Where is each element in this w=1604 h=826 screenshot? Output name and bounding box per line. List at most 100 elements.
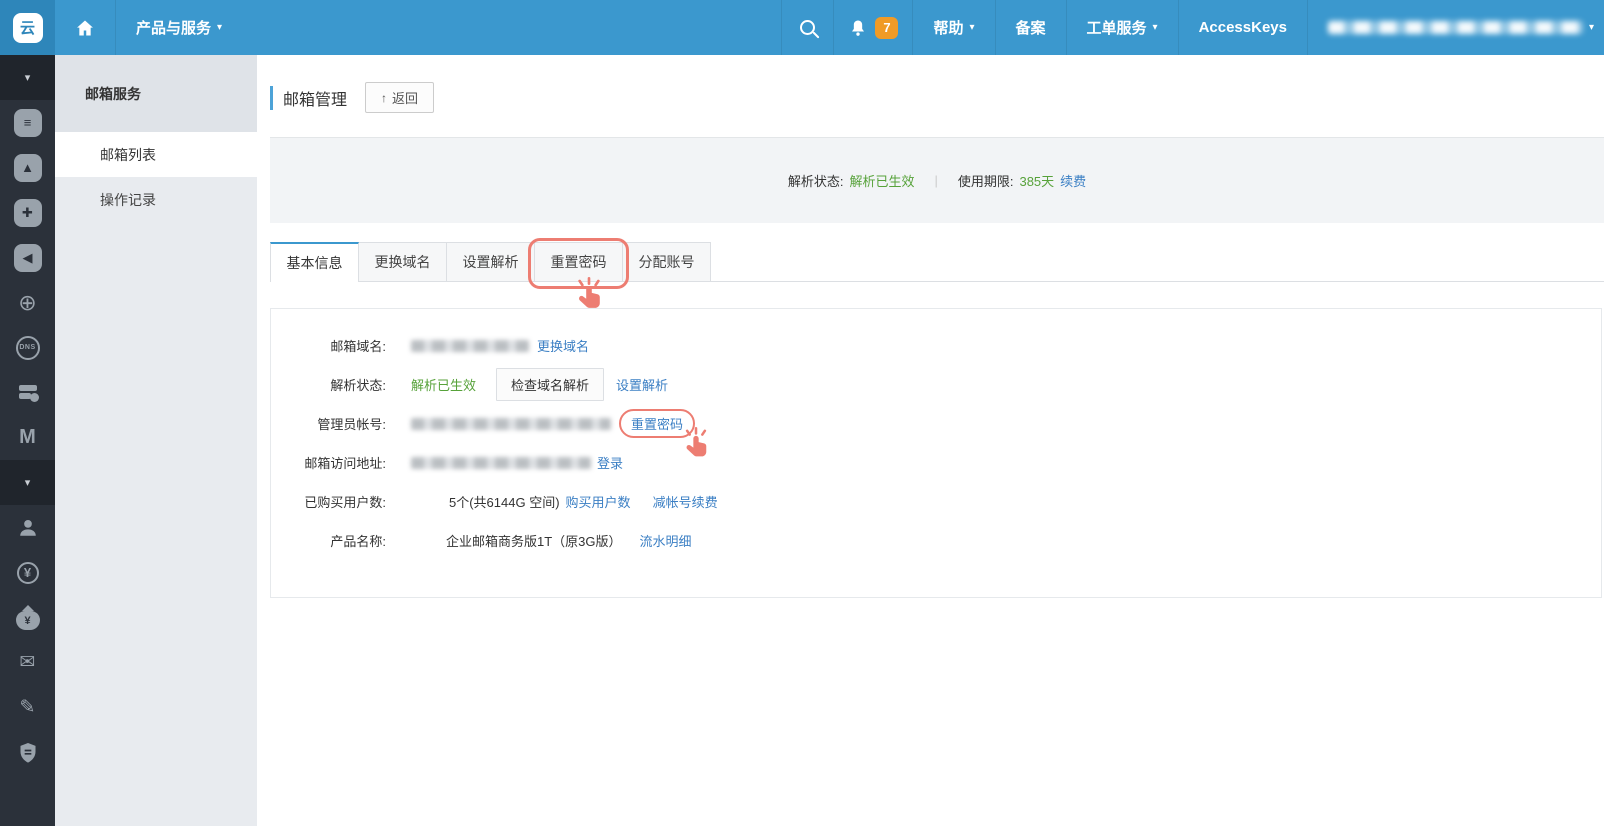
billing-detail-link[interactable]: 流水明细: [640, 531, 692, 550]
rail-item-console[interactable]: ≡: [0, 100, 55, 145]
nav-accesskeys-label: AccessKeys: [1198, 19, 1287, 36]
globe-icon: ⊕: [18, 289, 37, 315]
tab-label: 基本信息: [286, 255, 343, 271]
row-resolution-status: 解析状态: 解析已生效 检查域名解析 设置解析: [271, 365, 1601, 404]
bell-icon: [848, 18, 868, 38]
money-bag-icon: ¥: [15, 605, 40, 630]
row-admin-account: 管理员帐号: 重置密码: [271, 404, 1601, 457]
row-mail-domain: 邮箱域名: 更换域名: [271, 326, 1601, 365]
set-resolution-link[interactable]: 设置解析: [616, 375, 668, 394]
buy-users-link[interactable]: 购买用户数: [566, 492, 631, 511]
change-domain-link[interactable]: 更换域名: [537, 336, 589, 355]
envelope-icon: ✉: [19, 652, 36, 673]
rail-item-mail[interactable]: ✉: [0, 640, 55, 685]
row-product-name: 产品名称: 企业邮箱商务版1T（原3G版） 流水明细: [271, 521, 1601, 560]
rail-collapse-bottom[interactable]: ▾: [0, 460, 55, 505]
nav-ticket-label: 工单服务: [1086, 20, 1147, 37]
mail-domain-label: 邮箱域名:: [330, 339, 386, 354]
usage-period-label: 使用期限:: [957, 174, 1014, 189]
annotation-highlight-oval: 重置密码: [619, 409, 707, 457]
notifications-button[interactable]: 7: [833, 0, 912, 55]
rail-item-app-service[interactable]: ▲: [0, 145, 55, 190]
account-menu[interactable]: ▾: [1306, 0, 1604, 55]
console-logo[interactable]: 云: [0, 0, 55, 55]
search-icon: [800, 20, 816, 35]
topbar: 云 产品与服务 ▾ 7 帮助 ▾ 备案 工单服务 ▾ AccessKeys ▾: [0, 0, 1604, 55]
tab-change-domain[interactable]: 更换域名: [358, 242, 447, 282]
nav-beian-label: 备案: [1015, 20, 1046, 37]
rail-item-funds[interactable]: ¥: [0, 595, 55, 640]
rail-item-announce[interactable]: ◀: [0, 235, 55, 280]
rail-item-network[interactable]: ✚: [0, 190, 55, 235]
purchased-users-label: 已购买用户数:: [304, 495, 386, 510]
status-bar: 解析状态: 解析已生效 | 使用期限: 385天 续费: [270, 137, 1604, 223]
rail-item-storage[interactable]: [0, 370, 55, 415]
chevron-down-icon: ▾: [969, 22, 975, 33]
shield-icon: [18, 742, 38, 764]
chevron-down-icon: ▾: [1152, 22, 1158, 33]
reset-password-link[interactable]: 重置密码: [631, 417, 683, 432]
page-header: 邮箱管理 ↑ 返回: [270, 82, 435, 113]
sidebar-item-label: 邮箱列表: [100, 146, 156, 163]
arrow-up-icon: ↑: [381, 90, 388, 105]
tab-row: 基本信息 更换域名 设置解析 重置密码 分配账号: [270, 238, 711, 308]
chevron-down-icon: ▾: [1588, 22, 1594, 33]
nav-beian[interactable]: 备案: [994, 0, 1066, 55]
mail-domain-value-redacted: [411, 339, 529, 352]
sidebar-header-label: 邮箱服务: [85, 85, 141, 102]
title-accent-bar: [270, 85, 273, 110]
home-button[interactable]: [55, 0, 115, 55]
tab-reset-password[interactable]: 重置密码: [528, 238, 629, 308]
renew-link[interactable]: 续费: [1060, 171, 1086, 190]
sidebar-item-label: 操作记录: [100, 191, 156, 208]
rail-item-billing[interactable]: ¥: [0, 550, 55, 595]
reduce-account-renew-link[interactable]: 减帐号续费: [653, 492, 718, 511]
rail-collapse-top[interactable]: ▾: [0, 55, 55, 100]
main-content: 邮箱管理 ↑ 返回 解析状态: 解析已生效 | 使用期限: 385天 续费 基本…: [257, 55, 1604, 826]
chevron-down-icon: ▾: [24, 72, 31, 84]
nav-help-label: 帮助: [933, 20, 964, 37]
tab-set-resolution[interactable]: 设置解析: [446, 242, 535, 282]
tab-bar: 基本信息 更换域名 设置解析 重置密码 分配账号: [270, 238, 1604, 308]
resolution-value: 解析已生效: [411, 378, 477, 393]
back-button[interactable]: ↑ 返回: [365, 82, 435, 113]
search-button[interactable]: [781, 0, 833, 55]
basic-info-panel: 邮箱域名: 更换域名 解析状态: 解析已生效 检查域名解析 设置解析 管理员帐号…: [270, 308, 1602, 598]
rail-item-mail-m[interactable]: M: [0, 415, 55, 460]
rail-item-dns[interactable]: DNS: [0, 325, 55, 370]
back-button-label: 返回: [392, 91, 419, 106]
account-name-redacted: [1327, 21, 1583, 34]
nav-help[interactable]: 帮助 ▾: [912, 0, 994, 55]
purchased-users-value: 5个(共6144G 空间): [449, 495, 560, 510]
check-domain-resolution-button[interactable]: 检查域名解析: [496, 368, 605, 401]
sidebar-item-operation-log[interactable]: 操作记录: [55, 177, 257, 222]
notification-count-badge[interactable]: 7: [875, 16, 899, 39]
chevron-down-icon: ▾: [24, 477, 31, 489]
login-link[interactable]: 登录: [597, 453, 623, 472]
resolution-status-value: 解析已生效: [849, 174, 915, 189]
nav-ticket-service[interactable]: 工单服务 ▾: [1065, 0, 1178, 55]
icon-rail: ▾ ≡ ▲ ✚ ◀ ⊕ DNS M ▾ ¥ ¥ ✉ ✎: [0, 55, 55, 826]
cloud-logo-icon: 云: [12, 12, 43, 43]
tab-label: 分配账号: [638, 254, 695, 270]
rail-item-security[interactable]: [0, 730, 55, 775]
rail-item-globe[interactable]: ⊕: [0, 280, 55, 325]
page-title: 邮箱管理: [283, 91, 348, 109]
tab-assign-accounts[interactable]: 分配账号: [622, 242, 711, 282]
rail-item-user[interactable]: [0, 505, 55, 550]
tab-basic-info[interactable]: 基本信息: [270, 242, 359, 282]
sidebar-header: 邮箱服务: [55, 55, 257, 132]
home-icon: [75, 18, 95, 38]
tab-label: 重置密码: [550, 254, 607, 270]
user-icon: [17, 517, 39, 539]
status-separator: |: [934, 173, 938, 188]
nav-products[interactable]: 产品与服务 ▾: [115, 0, 242, 55]
app-service-icon: ▲: [13, 153, 42, 182]
rail-item-edit[interactable]: ✎: [0, 685, 55, 730]
console-list-icon: ≡: [13, 108, 42, 137]
tab-label: 设置解析: [462, 254, 519, 270]
nav-accesskeys[interactable]: AccessKeys: [1177, 0, 1307, 55]
product-name-value: 企业邮箱商务版1T（原3G版）: [446, 534, 622, 549]
sidebar-item-mailbox-list[interactable]: 邮箱列表: [55, 132, 257, 177]
